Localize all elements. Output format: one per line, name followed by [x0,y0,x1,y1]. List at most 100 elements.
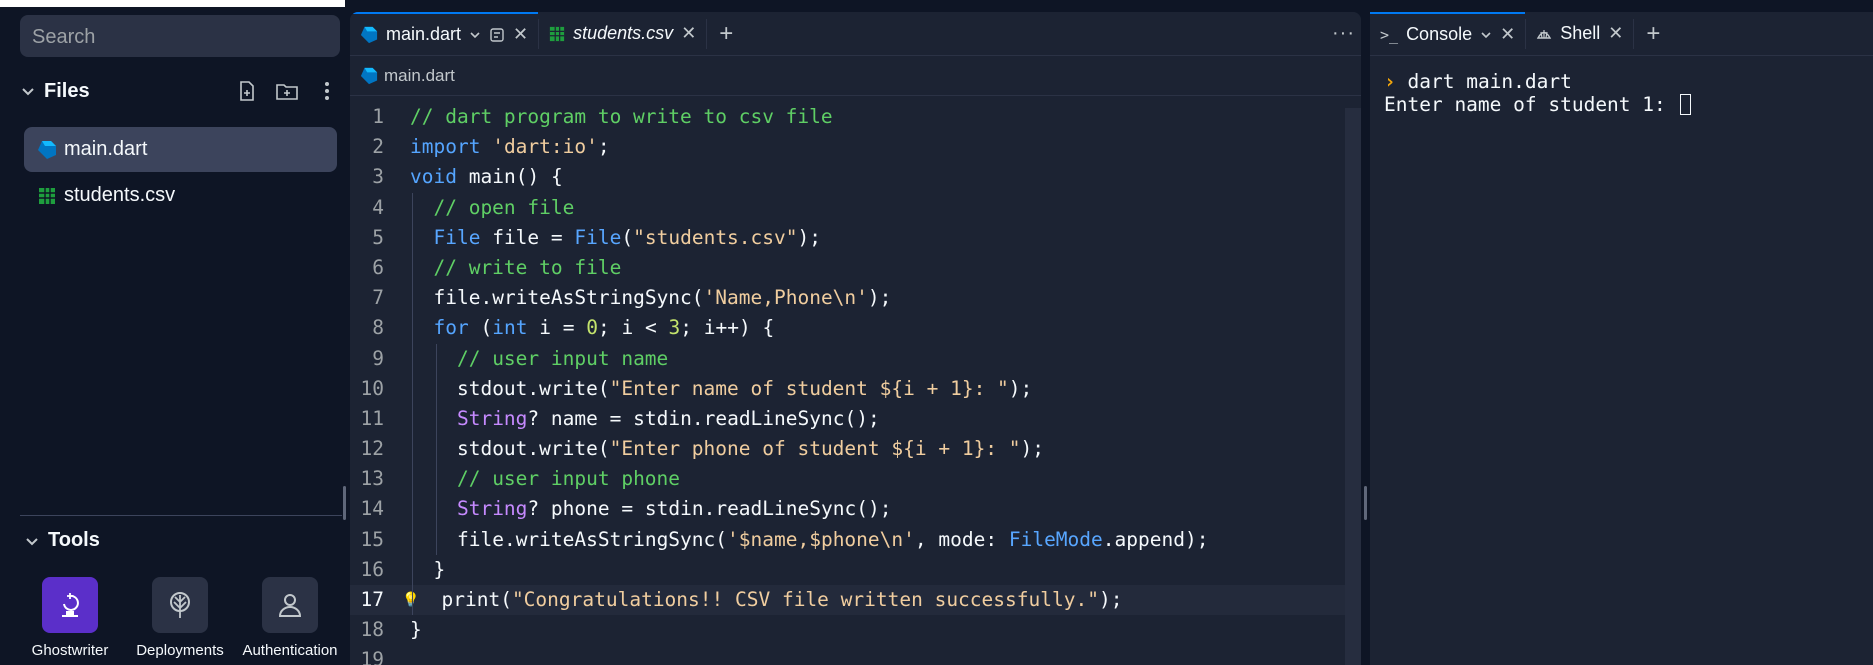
search-input[interactable]: Search [20,15,340,57]
chevron-down-icon[interactable] [1480,29,1492,41]
add-tab-icon[interactable]: + [1634,20,1672,48]
tools-header[interactable]: Tools [24,529,100,552]
file-item-students-csv[interactable]: students.csv [24,173,337,218]
authentication-icon[interactable] [262,577,318,633]
tab-label: main.dart [386,24,462,44]
divider [20,515,342,516]
code-text: } [433,557,446,581]
close-icon[interactable]: ✕ [513,24,528,45]
code-line[interactable]: 13 // user input phone [350,464,1345,494]
code-text: // user input name [456,346,669,370]
code-text: stdout.write("Enter phone of student ${i… [456,437,1045,461]
tool-ghostwriter[interactable]: Ghostwriter [10,577,130,659]
tool-authentication[interactable]: Authentication [230,577,350,659]
code-text-area[interactable]: 1 // dart program to write to csv file 2 im… [350,102,1345,665]
files-header[interactable]: Files [20,75,340,107]
code-line[interactable]: 5 File file = File("students.csv"); [350,223,1345,253]
prompt-icon: › [1384,70,1396,93]
breadcrumb[interactable]: main.dart [350,56,1361,96]
code-line[interactable]: 2 import 'dart:io'; [350,132,1345,162]
code-text: for (int i = 0; i < 3; i++) { [433,316,775,340]
code-line[interactable]: 3 void main() { [350,162,1345,192]
line-number: 18 [360,618,384,642]
tool-label: Deployments [136,642,224,659]
lightbulb-icon[interactable]: 💡 [402,585,419,615]
code-text: // open file [433,195,575,219]
new-file-icon[interactable] [234,78,260,104]
console-icon: >_ [1380,25,1399,44]
sidebar-resize-handle[interactable] [343,486,346,520]
file-item-main-dart[interactable]: main.dart [24,127,337,172]
tab-shell[interactable]: Shell ✕ [1526,12,1633,56]
file-name: main.dart [64,138,148,160]
code-editor-panel: main.dart ✕ students.csv ✕ + ··· main.da… [350,12,1361,665]
add-tab-icon[interactable]: + [707,20,745,48]
code-text: void main() { [410,165,563,189]
line-number: 3 [372,165,384,189]
indent-guide [412,192,413,616]
code-line[interactable]: 10 stdout.write("Enter name of student $… [350,374,1345,404]
new-folder-icon[interactable] [274,78,300,104]
file-name: students.csv [64,184,176,206]
code-text: file.writeAsStringSync('Name,Phone\n'); [433,286,892,310]
more-options-icon[interactable] [314,78,340,104]
code-line[interactable]: 16 } [350,555,1345,585]
line-number: 17 [360,588,384,611]
csv-icon [550,26,565,41]
tools-title: Tools [48,529,100,551]
more-options-icon[interactable]: ··· [1332,22,1361,45]
code-text: } [410,618,422,642]
code-line[interactable]: 15 file.writeAsStringSync('$name,$phone\… [350,525,1345,555]
dart-icon [36,139,58,161]
files-title: Files [44,79,90,102]
tab-console[interactable]: >_ Console ✕ [1370,11,1526,56]
code-line[interactable]: 11 String? name = stdin.readLineSync(); [350,404,1345,434]
code-line[interactable]: 8 for (int i = 0; i < 3; i++) { [350,313,1345,343]
tab-students-csv[interactable]: students.csv ✕ [539,12,706,56]
code-text: file.writeAsStringSync('$name,$phone\n',… [456,527,1209,551]
line-number: 2 [372,135,384,159]
outline-icon[interactable] [489,27,505,43]
line-number: 16 [360,557,384,581]
line-number: 8 [372,316,384,340]
code-line[interactable]: 9 // user input name [350,344,1345,374]
chevron-down-icon[interactable] [469,29,481,41]
code-line[interactable]: 1 // dart program to write to csv file [350,102,1345,132]
code-text: // dart program to write to csv file [410,105,833,128]
line-number: 15 [360,527,384,551]
code-text: // user input phone [456,467,681,491]
deployments-icon[interactable] [152,577,208,633]
line-number: 10 [360,376,384,400]
code-line[interactable]: 17 💡 print("Congratulations!! CSV file wr… [350,585,1345,616]
dart-icon [360,26,378,43]
code-line[interactable]: 7 file.writeAsStringSync('Name,Phone\n')… [350,283,1345,313]
editor-scrollbar[interactable] [1345,108,1361,665]
text-cursor [1679,94,1691,115]
breadcrumb-file: main.dart [384,65,455,85]
sidebar: Search Files main.dart students.csv Tool… [0,0,345,665]
panel-resize-handle[interactable] [1364,486,1367,520]
code-line[interactable]: 14 String? phone = stdin.readLineSync(); [350,494,1345,524]
code-text: String? name = stdin.readLineSync(); [456,406,880,430]
tool-deployments[interactable]: Deployments [120,577,240,659]
chevron-down-icon[interactable] [20,83,36,99]
code-line[interactable]: 19 [350,645,1345,665]
tool-label: Ghostwriter [31,642,109,659]
line-number: 11 [360,406,384,430]
tab-main-dart[interactable]: main.dart ✕ [350,12,539,56]
line-number: 7 [372,286,384,310]
console-panel: >_ Console ✕ Shell ✕ + › dart main.dart … [1370,11,1873,665]
close-icon[interactable]: ✕ [1608,23,1623,44]
close-icon[interactable]: ✕ [1500,24,1515,45]
code-line[interactable]: 18} [350,615,1345,645]
indent-guide [436,343,437,555]
code-line[interactable]: 12 stdout.write("Enter phone of student … [350,434,1345,464]
ghostwriter-icon[interactable] [42,577,98,633]
console-output[interactable]: › dart main.dart Enter name of student 1… [1384,70,1691,116]
chevron-down-icon[interactable] [24,533,40,549]
close-icon[interactable]: ✕ [681,23,696,44]
code-line[interactable]: 4 // open file [350,193,1345,223]
code-text: print("Congratulations!! CSV file writte… [441,588,1123,611]
editor-tab-bar: main.dart ✕ students.csv ✕ + ··· [350,12,1361,56]
code-line[interactable]: 6 // write to file [350,253,1345,283]
